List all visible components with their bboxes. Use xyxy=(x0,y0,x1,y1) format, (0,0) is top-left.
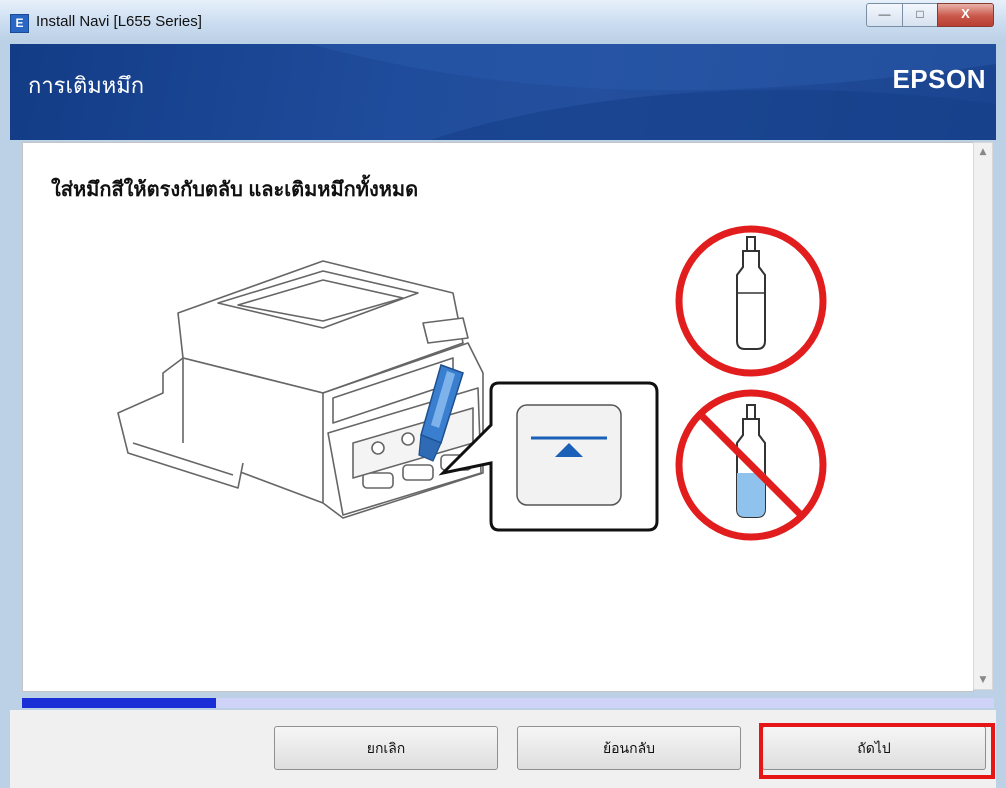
content-panel: ใส่หมึกสีให้ตรงกับตลับ และเติมหมึกทั้งหม… xyxy=(22,142,974,692)
maximize-icon: □ xyxy=(916,7,924,21)
minimize-button[interactable]: — xyxy=(866,3,903,27)
back-button[interactable]: ย้อนกลับ xyxy=(517,726,741,770)
maximize-button[interactable]: □ xyxy=(902,3,938,27)
title-bar[interactable]: E Install Navi [L655 Series] — □ X xyxy=(0,0,1006,42)
installer-window: E Install Navi [L655 Series] — □ X การเต… xyxy=(0,0,1006,788)
page-title: การเติมหมึก xyxy=(28,73,145,98)
close-button[interactable]: X xyxy=(937,3,994,27)
printer-drawing xyxy=(117,260,484,519)
ink-bottle-ok-icon xyxy=(675,225,827,377)
ink-bottle-prohibited-icon xyxy=(675,389,827,541)
app-icon: E xyxy=(10,14,29,33)
progress-bar xyxy=(22,698,994,708)
scroll-up-icon[interactable]: ▲ xyxy=(977,147,989,157)
content-scrollbar[interactable]: ▲ ▼ xyxy=(973,142,993,690)
minimize-icon: — xyxy=(878,7,891,21)
progress-fill xyxy=(22,698,217,708)
window-title: Install Navi [L655 Series] xyxy=(36,13,202,30)
ink-fill-illustration xyxy=(117,225,827,541)
cancel-button[interactable]: ยกเลิก xyxy=(274,726,498,770)
header-band: การเติมหมึก EPSON xyxy=(10,44,996,140)
header-swoosh xyxy=(310,44,996,140)
next-button[interactable]: ถัดไป xyxy=(762,726,986,770)
close-icon: X xyxy=(961,6,970,21)
scroll-down-icon[interactable]: ▼ xyxy=(977,675,989,685)
epson-logo: EPSON xyxy=(892,64,986,94)
